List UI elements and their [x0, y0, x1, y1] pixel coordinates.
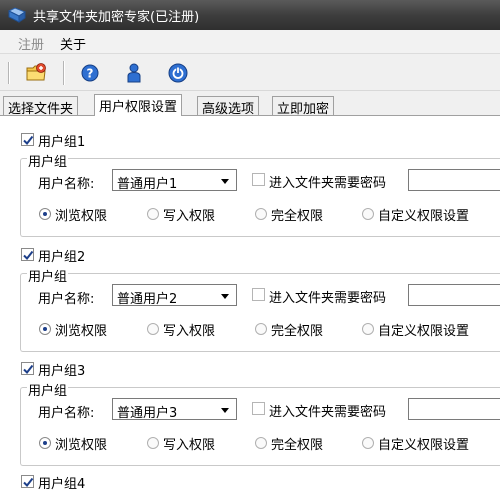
perm-write-label: 写入权限	[163, 438, 216, 453]
folder-add-button[interactable]	[24, 61, 48, 85]
need-password-checkbox[interactable]	[252, 288, 265, 301]
svg-text:?: ?	[87, 67, 94, 81]
toolbar: ?	[0, 55, 500, 91]
user-group-3-legend: 用户组	[27, 380, 69, 399]
perm-full-radio[interactable]	[255, 437, 267, 449]
tab-select-folder[interactable]: 选择文件夹	[3, 96, 79, 117]
user-name-select[interactable]: 普通用户1	[112, 169, 237, 192]
perm-custom-radio[interactable]	[362, 323, 374, 335]
menu-bar: 注册 关于	[0, 30, 500, 54]
user-group-1-legend: 用户组	[27, 151, 69, 170]
chevron-down-icon	[221, 294, 229, 299]
user-icon	[127, 63, 141, 83]
user-group-1-checkbox[interactable]	[21, 133, 34, 146]
perm-custom-label: 自定义权限设置	[378, 209, 470, 224]
chevron-down-icon	[221, 179, 229, 184]
perm-custom-label: 自定义权限设置	[378, 438, 470, 453]
password-input[interactable]	[408, 284, 500, 306]
user-name-value: 普通用户3	[117, 406, 178, 421]
perm-write-label: 写入权限	[163, 324, 216, 339]
perm-browse-radio[interactable]	[39, 437, 51, 449]
chevron-down-icon	[221, 408, 229, 413]
user-group-2-checkbox[interactable]	[21, 248, 34, 261]
user-name-select[interactable]: 普通用户3	[112, 398, 237, 421]
password-input[interactable]	[408, 169, 500, 191]
perm-browse-radio[interactable]	[39, 208, 51, 220]
perm-write-radio[interactable]	[147, 208, 159, 220]
perm-write-label: 写入权限	[163, 209, 216, 224]
checkmark-icon	[23, 250, 34, 261]
toolbar-grip	[8, 62, 10, 84]
checkmark-icon	[23, 364, 34, 375]
need-password-checkbox[interactable]	[252, 173, 265, 186]
checkmark-icon	[23, 477, 34, 488]
user-name-label: 用户名称:	[38, 406, 95, 421]
window-title: 共享文件夹加密专家(已注册)	[33, 10, 200, 25]
power-icon	[168, 63, 188, 83]
user-name-value: 普通用户1	[117, 177, 178, 192]
user-group-4-title: 用户组4	[38, 477, 86, 492]
user-group-3-title: 用户组3	[38, 364, 86, 379]
checkmark-icon	[23, 135, 34, 146]
perm-browse-label: 浏览权限	[55, 438, 108, 453]
app-folder-icon	[7, 7, 27, 23]
help-button[interactable]: ?	[78, 61, 102, 85]
perm-write-radio[interactable]	[147, 323, 159, 335]
need-password-label: 进入文件夹需要密码	[269, 405, 387, 420]
tab-encrypt-now[interactable]: 立即加密	[272, 96, 335, 117]
user-name-label: 用户名称:	[38, 177, 95, 192]
tab-user-permissions[interactable]: 用户权限设置	[94, 94, 183, 116]
user-group-2-title: 用户组2	[38, 250, 86, 265]
perm-custom-radio[interactable]	[362, 208, 374, 220]
perm-full-label: 完全权限	[271, 438, 324, 453]
title-bar[interactable]: 共享文件夹加密专家(已注册)	[0, 0, 500, 30]
need-password-label: 进入文件夹需要密码	[269, 176, 387, 191]
user-button[interactable]	[122, 61, 146, 85]
user-name-select[interactable]: 普通用户2	[112, 284, 237, 307]
need-password-checkbox[interactable]	[252, 402, 265, 415]
user-group-2-legend: 用户组	[27, 266, 69, 285]
perm-full-radio[interactable]	[255, 208, 267, 220]
perm-browse-label: 浏览权限	[55, 324, 108, 339]
tab-advanced-options[interactable]: 高级选项	[197, 96, 260, 117]
perm-full-label: 完全权限	[271, 324, 324, 339]
perm-browse-label: 浏览权限	[55, 209, 108, 224]
perm-custom-label: 自定义权限设置	[378, 324, 470, 339]
user-permissions-panel: 用户组1 用户组 用户名称: 普通用户1 进入文件夹需要密码 浏览权限 写入权限…	[0, 115, 500, 500]
power-button[interactable]	[166, 61, 190, 85]
menu-register[interactable]: 注册	[18, 34, 44, 53]
help-icon: ?	[81, 64, 99, 82]
user-name-value: 普通用户2	[117, 292, 178, 307]
perm-full-radio[interactable]	[255, 323, 267, 335]
tab-strip: 选择文件夹 用户权限设置 高级选项 立即加密	[0, 94, 500, 117]
perm-custom-radio[interactable]	[362, 437, 374, 449]
password-input[interactable]	[408, 398, 500, 420]
toolbar-separator	[63, 61, 65, 85]
perm-write-radio[interactable]	[147, 437, 159, 449]
perm-full-label: 完全权限	[271, 209, 324, 224]
menu-about[interactable]: 关于	[60, 34, 86, 53]
folder-add-icon	[26, 63, 46, 81]
user-group-3-checkbox[interactable]	[21, 362, 34, 375]
user-name-label: 用户名称:	[38, 292, 95, 307]
perm-browse-radio[interactable]	[39, 323, 51, 335]
need-password-label: 进入文件夹需要密码	[269, 291, 387, 306]
user-group-1-title: 用户组1	[38, 135, 86, 150]
user-group-4-checkbox[interactable]	[21, 475, 34, 488]
